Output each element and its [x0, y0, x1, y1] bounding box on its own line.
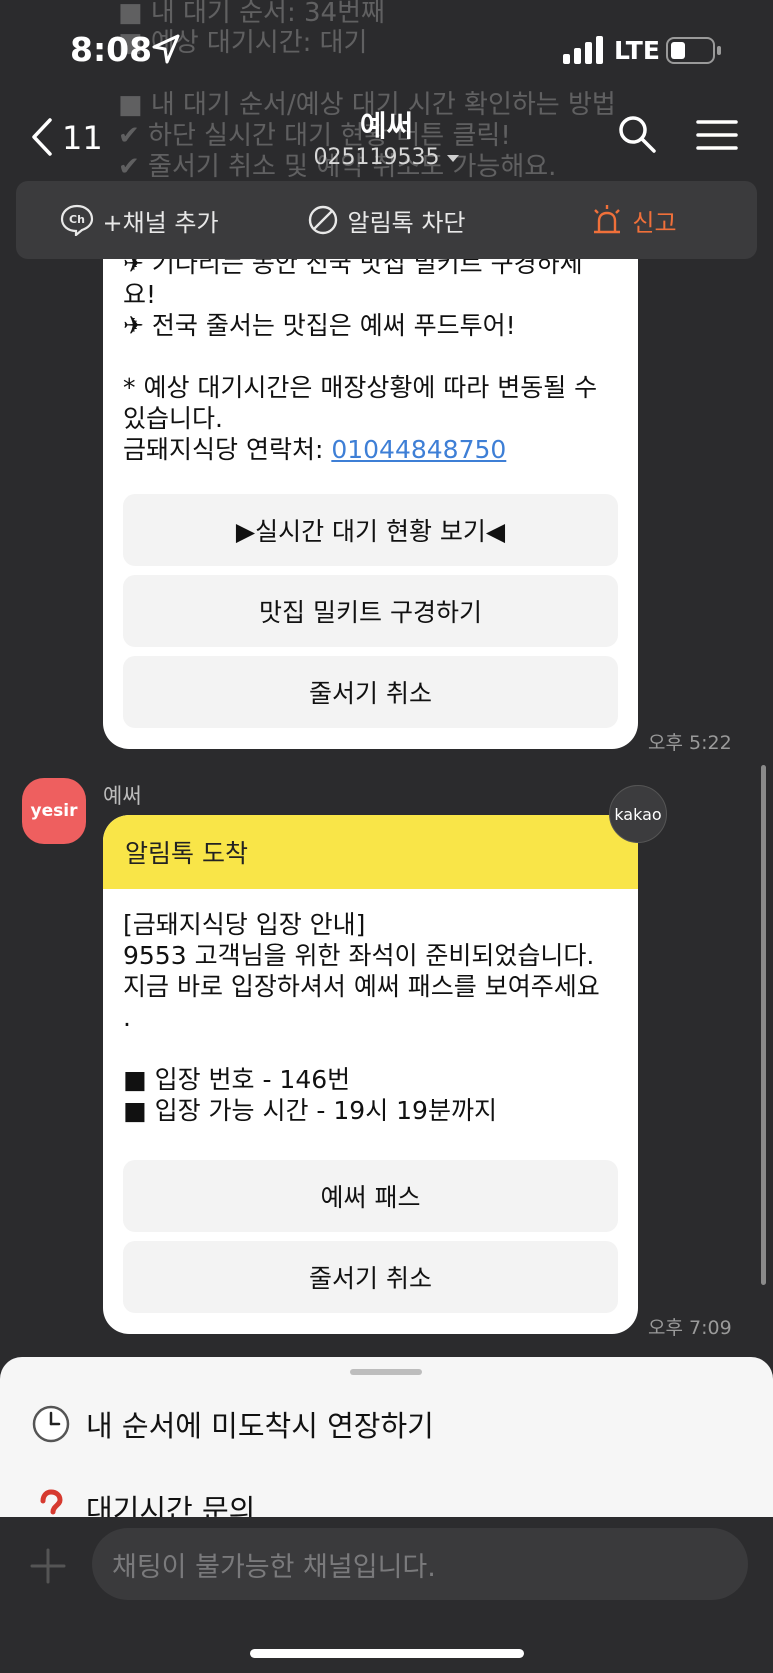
- message-line: 있습니다.: [123, 404, 223, 433]
- message-line: 9553 고객님을 위한 좌석이 준비되었습니다.: [123, 941, 595, 970]
- status-time: 8:08: [70, 30, 153, 69]
- message-line: ■ 입장 번호 - 146번: [123, 1065, 351, 1094]
- svg-text:Ch: Ch: [70, 213, 86, 226]
- page-title: 예써: [359, 109, 414, 143]
- message-card: 알림톡 도착 [금돼지식당 입장 안내] 9553 고객님을 위한 좌석이 준비…: [103, 815, 638, 1334]
- phone-link[interactable]: 01044848750: [331, 435, 506, 464]
- message-line: 요!: [123, 280, 157, 309]
- quick-menu-sheet: 내 순서에 미도착시 연장하기 대기시간 문의: [0, 1357, 773, 1517]
- block-icon: [309, 205, 338, 235]
- plus-icon: [30, 1548, 66, 1584]
- channel-action-bar: Ch +채널 추가 알림톡 차단 신고: [16, 181, 757, 259]
- contact-label: 금돼지식당 연락처:: [123, 435, 332, 464]
- message-line: .: [123, 1003, 131, 1032]
- report-button[interactable]: 신고: [510, 203, 757, 238]
- message-line: * 예상 대기시간은 매장상황에 따라 변동될 수: [123, 373, 598, 402]
- channel-id-text: 025119535: [313, 145, 440, 170]
- block-label: 알림톡 차단: [347, 208, 466, 237]
- channel-icon: Ch: [61, 204, 94, 236]
- report-label: 신고: [632, 208, 677, 237]
- add-channel-label: +채널 추가: [102, 208, 219, 237]
- input-bar: 채팅이 불가능한 채널입니다.: [0, 1518, 773, 1673]
- meal-kit-button[interactable]: 맛집 밀키트 구경하기: [123, 575, 618, 647]
- clock-icon: [32, 1405, 70, 1443]
- battery-icon: [666, 37, 721, 64]
- search-icon[interactable]: [618, 115, 656, 153]
- signal-icon: [563, 36, 603, 64]
- chat-screen: ■ 내 대기 순서: 34번째 ■ 예상 대기시간: 대기 ■ 내 대기 순서/…: [0, 0, 773, 1673]
- scrollbar[interactable]: [761, 765, 766, 1285]
- home-indicator[interactable]: [250, 1649, 524, 1658]
- extend-turn-item[interactable]: 내 순서에 미도착시 연장하기: [32, 1403, 434, 1445]
- message-line: ■ 입장 가능 시간 - 19시 19분까지: [123, 1096, 497, 1125]
- siren-icon: [594, 205, 621, 234]
- location-arrow-icon: [152, 34, 180, 64]
- contact-line: 금돼지식당 연락처: 01044848750: [123, 434, 506, 465]
- wait-time-inquiry-item[interactable]: 대기시간 문의: [32, 1487, 255, 1517]
- message-line: 지금 바로 입장하셔서 예써 패스를 보여주세요: [123, 972, 600, 1001]
- sender-name: 예써: [103, 784, 142, 808]
- alimtalk-header: 알림톡 도착: [103, 815, 638, 889]
- question-mark-icon: [40, 1489, 63, 1515]
- message-time: 오후 7:09: [648, 1317, 732, 1339]
- message-line: [금돼지식당 입장 안내]: [123, 910, 366, 939]
- add-channel-button[interactable]: Ch +채널 추가: [16, 203, 263, 238]
- menu-icon[interactable]: [696, 119, 738, 151]
- block-alimtalk-button[interactable]: 알림톡 차단: [263, 203, 510, 238]
- message-time: 오후 5:22: [648, 732, 732, 754]
- caret-down-icon: [447, 154, 460, 162]
- channel-id[interactable]: 025119535: [0, 145, 773, 170]
- network-type: LTE: [614, 36, 660, 65]
- wait-time-inquiry-label: 대기시간 문의: [86, 1493, 256, 1517]
- kakao-badge: kakao: [609, 785, 667, 843]
- sheet-grabber[interactable]: [350, 1369, 422, 1375]
- extend-turn-label: 내 순서에 미도착시 연장하기: [86, 1409, 434, 1443]
- avatar[interactable]: yesir: [22, 778, 86, 844]
- yesir-pass-button[interactable]: 예써 패스: [123, 1160, 618, 1232]
- chat-header: 11 예써 025119535: [0, 95, 773, 175]
- cancel-queue-button[interactable]: 줄서기 취소: [123, 656, 618, 728]
- status-bar: 8:08 LTE: [0, 0, 773, 100]
- message-line: ✈ 전국 줄서는 맛집은 예써 푸드투어!: [123, 311, 516, 340]
- message-card: ✈ 기다리는 동안 전국 맛집 밀키트 구경하세 요! ✈ 전국 줄서는 맛집은…: [103, 200, 638, 749]
- message-input: 채팅이 불가능한 채널입니다.: [92, 1528, 748, 1600]
- live-wait-status-button[interactable]: ▶실시간 대기 현황 보기◀: [123, 494, 618, 566]
- cancel-queue-button[interactable]: 줄서기 취소: [123, 1241, 618, 1313]
